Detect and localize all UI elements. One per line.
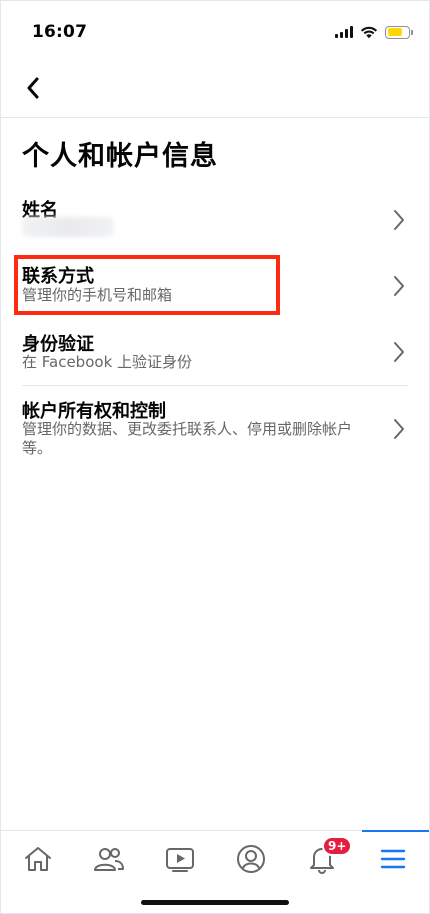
list-item-account-ownership[interactable]: 帐户所有权和控制 管理你的数据、更改委托联系人、停用或删除帐户等。 xyxy=(0,386,430,468)
status-time: 16:07 xyxy=(32,22,88,42)
app-screen: 16:07 个人和帐户信息 姓名 联系方式 管理你的手机号和邮箱 身份验证 在 … xyxy=(0,0,430,914)
list-item-subtitle: 管理你的数据、更改委托联系人、停用或删除帐户等。 xyxy=(22,420,353,457)
back-button[interactable] xyxy=(18,70,48,106)
profile-icon xyxy=(237,845,265,873)
chevron-right-icon xyxy=(394,276,404,296)
chevron-right-icon xyxy=(394,342,404,362)
chevron-left-icon xyxy=(27,77,39,99)
tab-friends[interactable] xyxy=(89,839,129,879)
list-item-name[interactable]: 姓名 xyxy=(0,186,430,252)
navigation-bar xyxy=(0,58,430,118)
battery-level xyxy=(387,28,402,36)
battery-icon xyxy=(385,25,413,39)
notification-badge: 9+ xyxy=(322,836,353,856)
list-item-contact-info[interactable]: 联系方式 管理你的手机号和邮箱 xyxy=(0,252,430,318)
tab-watch[interactable] xyxy=(160,839,200,879)
friends-icon xyxy=(94,848,124,871)
cellular-signal-icon xyxy=(335,26,353,38)
tab-home[interactable] xyxy=(18,839,58,879)
wifi-icon xyxy=(360,26,378,39)
status-icons xyxy=(335,24,413,40)
list-item-subtitle: 在 Facebook 上验证身份 xyxy=(22,353,193,371)
watch-icon xyxy=(166,848,194,872)
tab-notifications[interactable]: 9+ xyxy=(302,836,353,879)
home-indicator xyxy=(141,900,289,905)
list-item-title: 联系方式 xyxy=(22,266,94,287)
tab-bar: 9+ xyxy=(0,830,430,886)
status-bar: 16:07 xyxy=(0,0,430,58)
chevron-right-icon xyxy=(394,210,404,230)
page-title: 个人和帐户信息 xyxy=(22,141,218,172)
redacted-name-value xyxy=(22,217,114,237)
menu-icon xyxy=(380,849,406,869)
tab-profile[interactable] xyxy=(231,839,271,879)
active-tab-indicator xyxy=(362,830,430,832)
nav-divider xyxy=(0,117,430,118)
list-item-subtitle: 管理你的手机号和邮箱 xyxy=(22,286,173,304)
chevron-right-icon xyxy=(394,419,404,439)
home-icon xyxy=(25,847,51,871)
list-item-identity-verification[interactable]: 身份验证 在 Facebook 上验证身份 xyxy=(0,318,430,384)
tab-menu[interactable] xyxy=(373,839,413,879)
